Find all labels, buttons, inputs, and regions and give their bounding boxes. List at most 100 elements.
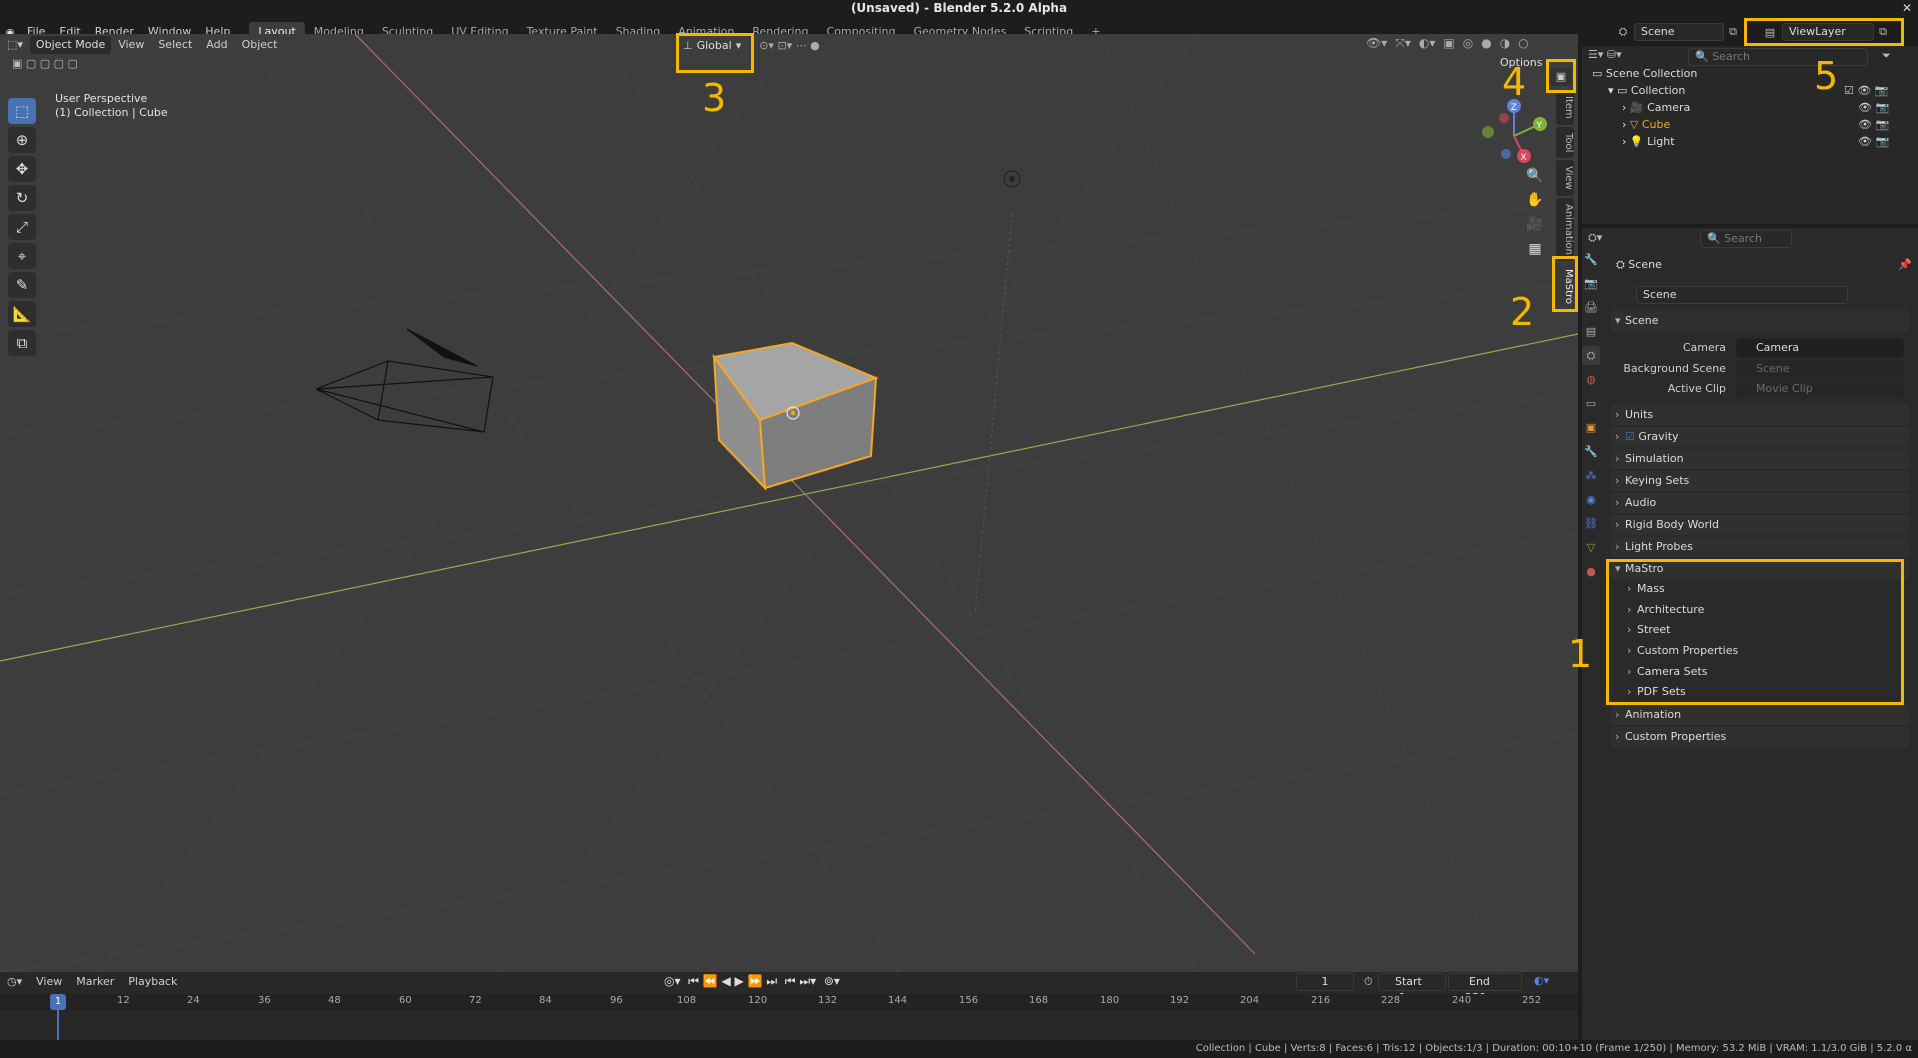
visibility-icon[interactable]: 👁 📷: [1858, 100, 1889, 116]
ortho-grid-icon[interactable]: ▦: [1522, 241, 1548, 263]
render-tab-icon[interactable]: 📷: [1582, 274, 1600, 293]
active-clip-field[interactable]: Movie Clip: [1736, 380, 1904, 398]
properties-editor-icon[interactable]: ⛭▾: [1588, 231, 1602, 245]
outliner-cube[interactable]: › ▽ Cube 👁 📷: [1622, 117, 1908, 133]
panel-keying-sets[interactable]: › Keying Sets: [1611, 471, 1909, 491]
navigation-gizmo[interactable]: Z Y X: [1476, 96, 1556, 176]
background-scene-field[interactable]: Scene: [1736, 360, 1904, 378]
outliner-camera[interactable]: › 🎥 Camera 👁 📷: [1622, 100, 1908, 116]
filter-icon[interactable]: ⏷: [1882, 49, 1891, 63]
overlay-icon[interactable]: ◐▾: [1419, 36, 1436, 51]
scene-tab-icon[interactable]: ⛭: [1582, 346, 1600, 365]
visibility-icon[interactable]: ☑ 👁 📷: [1844, 83, 1889, 99]
timeline-editor-icon[interactable]: ◷▾: [0, 972, 29, 992]
timeline-menu-playback[interactable]: Playback: [121, 972, 184, 992]
expand-chevron-icon[interactable]: ›: [1622, 118, 1630, 131]
scale-icon[interactable]: ⤢: [8, 214, 36, 240]
object-tab-icon[interactable]: ▣: [1582, 418, 1600, 437]
panel-rigid-body-world[interactable]: › Rigid Body World: [1611, 515, 1909, 535]
scene-icon[interactable]: ⛭: [1612, 25, 1634, 39]
collection-tab-icon[interactable]: ▭: [1582, 394, 1600, 413]
outliner-scene-collection[interactable]: ▭ Scene Collection: [1592, 66, 1697, 82]
panel-simulation[interactable]: › Simulation: [1611, 449, 1909, 469]
panel-gravity[interactable]: › ☑ Gravity: [1611, 427, 1909, 447]
gravity-checkbox[interactable]: ☑: [1625, 430, 1638, 443]
sidebar-tab-animation[interactable]: Animation: [1556, 197, 1574, 261]
material-shading-icon[interactable]: ◑: [1500, 36, 1510, 51]
scene-datablock[interactable]: Scene: [1636, 286, 1848, 304]
properties-search[interactable]: 🔍 Search: [1700, 230, 1792, 248]
pin-icon[interactable]: 📌: [1898, 258, 1912, 271]
annotation-box-4: [1546, 59, 1576, 93]
particles-tab-icon[interactable]: ⁂: [1582, 466, 1600, 485]
wireframe-shading-icon[interactable]: ◎: [1463, 36, 1473, 51]
outliner-collection[interactable]: ▾ ▭ Collection ☑ 👁 📷: [1608, 83, 1908, 99]
outliner-editor-icon[interactable]: ☰▾ ⛁▾: [1588, 48, 1622, 61]
timeline-menu-marker[interactable]: Marker: [69, 972, 121, 992]
tool-tab-icon[interactable]: 🔧: [1582, 250, 1600, 269]
panel-light-probes[interactable]: › Light Probes: [1611, 537, 1909, 557]
camera-view-icon[interactable]: 🎥: [1522, 216, 1548, 238]
current-frame-field[interactable]: 1: [1296, 973, 1354, 991]
outliner-light[interactable]: › 💡 Light 👁 📷: [1622, 134, 1908, 150]
end-frame-field[interactable]: End 250: [1448, 973, 1522, 1004]
menu-select[interactable]: Select: [151, 34, 199, 56]
3d-viewport[interactable]: ⬚▾ Object Mode View Select Add Object ⊥ …: [0, 34, 1578, 972]
rotate-icon[interactable]: ↻: [8, 185, 36, 211]
visibility-icon[interactable]: 👁▾: [1366, 36, 1387, 51]
visibility-icon[interactable]: 👁 📷: [1858, 117, 1889, 133]
pan-hand-icon[interactable]: ✋: [1522, 192, 1548, 214]
keying-icon[interactable]: ◐▾: [1534, 974, 1549, 987]
gizmo-icon[interactable]: ⤧▾: [1395, 36, 1411, 51]
panel-animation[interactable]: › Animation: [1611, 705, 1909, 725]
select-box-icon[interactable]: ⬚: [8, 98, 36, 124]
camera-field[interactable]: Camera: [1736, 339, 1904, 357]
annotate-icon[interactable]: ✎: [8, 272, 36, 298]
view-layer-tab-icon[interactable]: ▤: [1582, 322, 1600, 341]
timeline-menu-view[interactable]: View: [29, 972, 69, 992]
visibility-icon[interactable]: 👁 📷: [1858, 134, 1889, 150]
xray-icon[interactable]: ▣: [1443, 36, 1454, 51]
transform-icon[interactable]: ⌖: [8, 243, 36, 269]
object-mode-dropdown[interactable]: Object Mode: [29, 36, 112, 54]
move-icon[interactable]: ✥: [8, 156, 36, 182]
playback-controls[interactable]: ◎▾ ⏮ ⏪ ◀ ▶ ⏩ ⏭ ⏮ ⏭▾ ⊚▾: [664, 974, 840, 989]
panel-custom-properties[interactable]: › Custom Properties: [1611, 727, 1909, 747]
panel-audio[interactable]: › Audio: [1611, 493, 1909, 513]
data-tab-icon[interactable]: ▽: [1582, 538, 1600, 557]
menu-add[interactable]: Add: [199, 34, 234, 56]
expand-chevron-icon[interactable]: ›: [1622, 101, 1630, 114]
solid-shading-icon[interactable]: ●: [1481, 36, 1491, 51]
expand-chevron-icon[interactable]: ▾: [1608, 84, 1617, 97]
start-frame-field[interactable]: Start 1: [1378, 973, 1446, 1004]
menu-object[interactable]: Object: [235, 34, 285, 56]
material-tab-icon[interactable]: ●: [1582, 562, 1600, 581]
new-scene-icon[interactable]: ⧉: [1724, 25, 1742, 39]
sidebar-tab-tool[interactable]: Tool: [1556, 126, 1574, 159]
output-tab-icon[interactable]: 🖨: [1582, 298, 1600, 317]
modifier-tab-icon[interactable]: 🔧: [1582, 442, 1600, 461]
stopwatch-icon[interactable]: ⏱: [1364, 975, 1373, 989]
panel-units[interactable]: › Units: [1611, 405, 1909, 425]
close-icon[interactable]: ✕: [1902, 0, 1912, 17]
cursor-icon[interactable]: ⊕: [8, 127, 36, 153]
pivot-icon[interactable]: ⊙▾ ⊡▾ ⋯ ●: [759, 39, 820, 52]
editor-type-icon[interactable]: ⬚▾: [0, 34, 30, 56]
outliner-search[interactable]: 🔍 Search: [1688, 48, 1868, 66]
rendered-shading-icon[interactable]: ○: [1518, 36, 1528, 51]
add-cube-icon[interactable]: ⧉: [8, 330, 36, 356]
timeline-ruler[interactable]: 12 24 36 48 60 72 84 96 108 120 132 144 …: [0, 994, 1578, 1010]
measure-icon[interactable]: 📐: [8, 301, 36, 327]
scene-selector[interactable]: Scene: [1634, 23, 1724, 41]
sidebar-tab-view[interactable]: View: [1556, 160, 1574, 196]
constraints-tab-icon[interactable]: ⛓: [1582, 514, 1600, 533]
playhead-frame-indicator[interactable]: 1: [50, 994, 66, 1010]
world-tab-icon[interactable]: ◍: [1582, 370, 1600, 389]
zoom-icon[interactable]: 🔍: [1522, 168, 1548, 190]
expand-chevron-icon[interactable]: ›: [1622, 135, 1630, 148]
physics-tab-icon[interactable]: ◉: [1582, 490, 1600, 509]
menu-view[interactable]: View: [111, 34, 151, 56]
selection-mode-icons[interactable]: ▣ ▢ ▢ ▢ ▢: [12, 57, 78, 70]
sidebar-tab-item[interactable]: Item: [1556, 90, 1574, 125]
panel-scene[interactable]: ▾ Scene: [1611, 311, 1909, 331]
